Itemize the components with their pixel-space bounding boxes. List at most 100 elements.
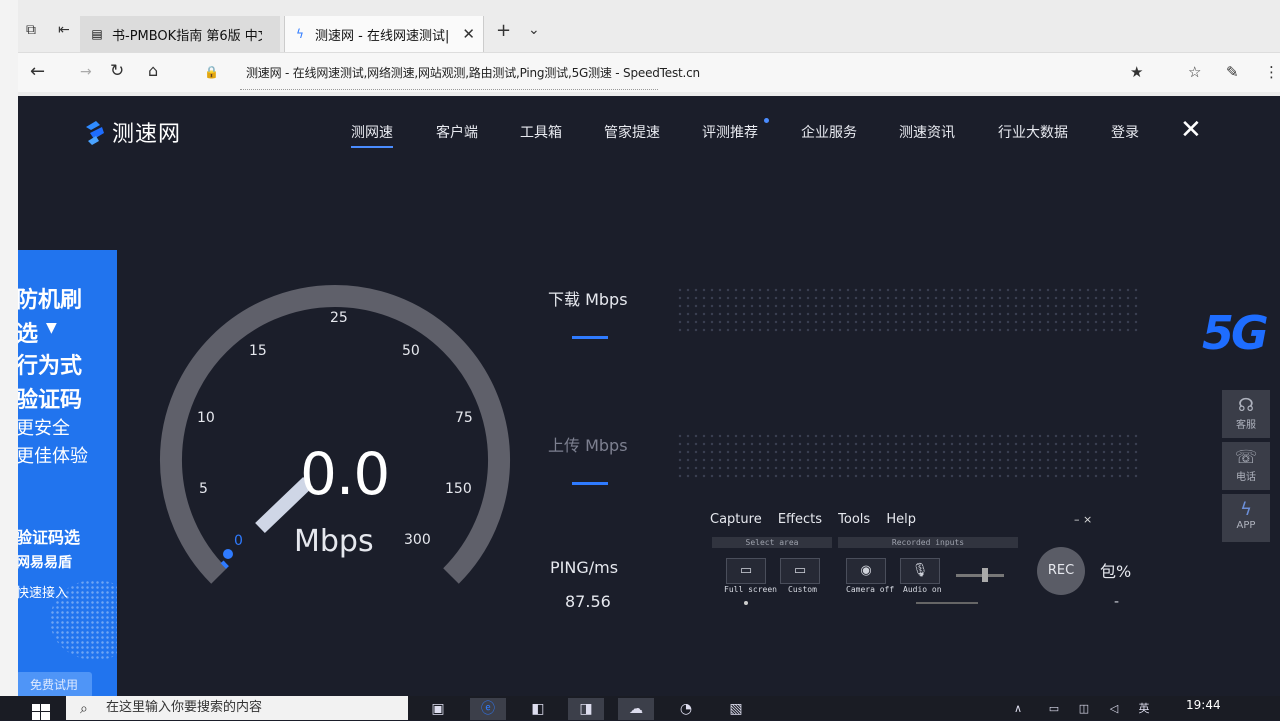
- gauge-tick-label: 5: [199, 481, 208, 497]
- nav-news[interactable]: 测速资讯: [899, 122, 955, 142]
- url-text[interactable]: 测速网 - 在线网速测试,网络测速,网站观测,路由测试,Ping测试,5G测速 …: [246, 64, 700, 81]
- nav-enterprise[interactable]: 企业服务: [801, 122, 857, 142]
- taskbar-search-input[interactable]: ⌕ 在这里输入你要搜索的内容: [66, 696, 408, 720]
- pen-icon[interactable]: ✎: [1226, 63, 1239, 81]
- new-badge-dot: [764, 118, 769, 123]
- menu-help[interactable]: Help: [886, 512, 916, 527]
- full-screen-label: Full screen: [724, 585, 777, 594]
- microphone-icon: 🎙: [911, 563, 929, 578]
- upload-graph: [676, 432, 1138, 478]
- tab-speedtest[interactable]: ϟ 测速网 - 在线网速测试| ✕: [284, 16, 484, 52]
- custom-area-button[interactable]: ▭: [780, 558, 820, 584]
- app-icon[interactable]: ☁: [618, 698, 654, 720]
- volume-icon[interactable]: ◁: [1104, 698, 1124, 720]
- window-edge: [0, 0, 18, 720]
- new-tab-button[interactable]: +: [496, 20, 511, 41]
- menu-tools[interactable]: Tools: [838, 512, 870, 527]
- banner-line: 网易易盾: [16, 555, 72, 571]
- camera-button[interactable]: ◉: [846, 558, 886, 584]
- nav-client[interactable]: 客户端: [436, 122, 478, 142]
- 5g-badge[interactable]: 5G: [1202, 306, 1269, 360]
- nav-reviews[interactable]: 评测推荐: [702, 122, 758, 142]
- edge-browser-icon[interactable]: ⓔ: [470, 698, 506, 720]
- speed-value: 0.0: [300, 440, 390, 508]
- full-screen-button[interactable]: ▭: [726, 558, 766, 584]
- custom-label: Custom: [788, 585, 817, 594]
- app-icon[interactable]: ◨: [568, 698, 604, 720]
- nav-login[interactable]: 登录: [1111, 122, 1139, 142]
- more-icon[interactable]: ⋮: [1264, 63, 1279, 81]
- gauge-tick-label: 0: [234, 533, 243, 549]
- site-logo[interactable]: 测速网: [82, 116, 181, 148]
- banner-line: 更佳体验: [16, 446, 88, 467]
- recorded-inputs-section: Recorded inputs: [838, 537, 1018, 548]
- nav-speedup[interactable]: 管家提速: [604, 122, 660, 142]
- favorite-star-icon[interactable]: ★: [1130, 63, 1143, 81]
- download-graph: [676, 286, 1138, 332]
- search-icon: ⌕: [80, 701, 88, 717]
- search-placeholder: 在这里输入你要搜索的内容: [106, 700, 263, 715]
- logo-text: 测速网: [112, 122, 182, 147]
- file-explorer-icon[interactable]: ▣: [420, 698, 456, 720]
- record-button[interactable]: REC: [1037, 547, 1085, 595]
- gauge-tick-label: 150: [445, 481, 472, 497]
- packet-loss-label: 包%: [1100, 562, 1132, 581]
- tab-label: 书-PMBOK指南 第6版 中文版: [112, 28, 262, 44]
- network-icon[interactable]: ◫: [1074, 698, 1094, 720]
- speedtest-favicon: ϟ: [296, 27, 304, 41]
- audio-on-label: Audio on: [903, 585, 942, 594]
- tray-chevron-icon[interactable]: ∧: [1008, 698, 1028, 720]
- nav-big-data[interactable]: 行业大数据: [998, 122, 1068, 142]
- ping-value: 87.56: [565, 592, 611, 611]
- tray-icon[interactable]: ▭: [1044, 698, 1064, 720]
- app-widget[interactable]: ϟ APP: [1222, 494, 1270, 542]
- document-icon: ▤: [91, 27, 103, 41]
- phone-widget[interactable]: ☏ 电话: [1222, 442, 1270, 490]
- nav-test-speed[interactable]: 测网速: [351, 122, 393, 148]
- widget-label: 客服: [1236, 420, 1256, 431]
- selected-indicator: [744, 601, 748, 605]
- forward-icon[interactable]: →: [80, 64, 92, 80]
- refresh-icon[interactable]: ↻: [110, 61, 124, 81]
- upload-label: 上传 Mbps: [548, 436, 628, 455]
- phone-icon: ☏: [1234, 447, 1258, 468]
- tab-actions-icon[interactable]: ⧉: [26, 22, 36, 38]
- app-icon[interactable]: ◧: [520, 698, 556, 720]
- customer-service-widget[interactable]: ☊ 客服: [1222, 390, 1270, 438]
- audio-button[interactable]: 🎙: [900, 558, 940, 584]
- favorites-list-icon[interactable]: ☆: [1188, 63, 1201, 81]
- address-bar[interactable]: ← → ↻ ⌂ 🔒 测速网 - 在线网速测试,网络测速,网站观测,路由测试,Pi…: [18, 52, 1280, 92]
- upload-indicator: [572, 482, 608, 485]
- menu-capture[interactable]: Capture: [710, 512, 762, 527]
- download-label: 下载 Mbps: [548, 290, 628, 309]
- app-icon[interactable]: ▧: [718, 698, 754, 720]
- ping-label: PING/ms: [550, 558, 619, 577]
- set-aside-tabs-icon[interactable]: ⇤: [58, 22, 70, 38]
- app-icon[interactable]: ◔: [668, 698, 704, 720]
- camera-off-label: Camera off: [846, 585, 895, 594]
- nav-toolbox[interactable]: 工具箱: [520, 122, 562, 142]
- widget-label: 电话: [1236, 472, 1256, 483]
- tab-list-chevron-icon[interactable]: ⌄: [528, 22, 540, 38]
- close-icon[interactable]: ✕: [1180, 116, 1202, 144]
- recorder-window-buttons[interactable]: – ×: [1074, 513, 1092, 526]
- tab-pmbok[interactable]: ▤ 书-PMBOK指南 第6版 中文版: [80, 16, 280, 52]
- windows-start-icon[interactable]: [32, 704, 50, 720]
- close-tab-icon[interactable]: ✕: [462, 25, 475, 43]
- banner-line: 验证码选: [16, 528, 81, 547]
- home-icon[interactable]: ⌂: [148, 61, 158, 80]
- download-indicator: [572, 336, 608, 339]
- volume-slider-knob[interactable]: [982, 568, 988, 582]
- gauge-needle-tip: [223, 549, 233, 559]
- gauge-tick-label: 50: [402, 343, 420, 359]
- gauge-tick-label: 10: [197, 410, 215, 426]
- free-trial-button[interactable]: 免费试用: [16, 672, 92, 698]
- gauge-tick-label: 25: [330, 310, 348, 326]
- menu-effects[interactable]: Effects: [778, 512, 822, 527]
- taskbar: ⌕ 在这里输入你要搜索的内容 ▣ ⓔ ◧ ◨ ☁ ◔ ▧ ∧ ▭ ◫ ◁ 英 1…: [0, 696, 1280, 720]
- ime-icon[interactable]: 英: [1134, 698, 1154, 720]
- back-icon[interactable]: ←: [30, 61, 45, 82]
- gauge-tick-label: 15: [249, 343, 267, 359]
- volume-slider[interactable]: [956, 574, 1004, 577]
- lock-icon[interactable]: 🔒: [204, 65, 219, 79]
